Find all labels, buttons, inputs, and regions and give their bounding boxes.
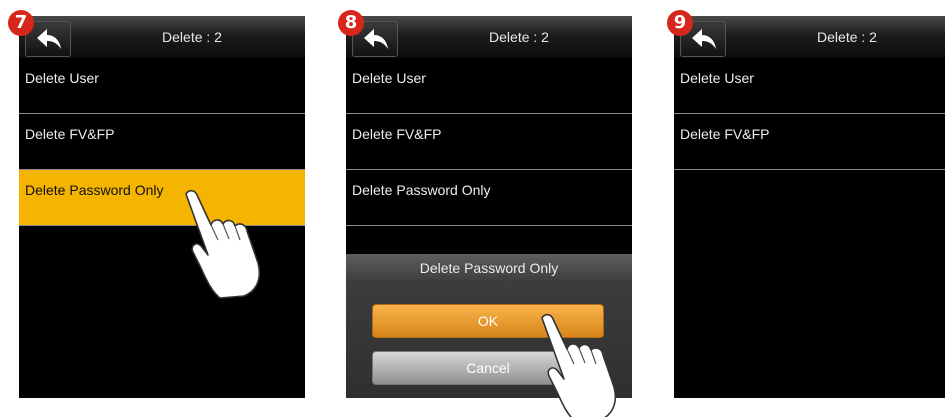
title-bar: Delete : 2 [19, 16, 305, 58]
screen-step-9: Delete : 2 Delete User Delete FV&FP [674, 16, 945, 398]
back-arrow-icon [692, 29, 716, 49]
title-bar: Delete : 2 [346, 16, 632, 58]
menu-item-delete-user[interactable]: Delete User [19, 58, 305, 114]
menu-item-label: Delete Password Only [352, 182, 491, 198]
menu-item-label: Delete User [352, 70, 426, 86]
step-8-badge: 8 [338, 10, 364, 36]
pointing-hand-icon [541, 313, 617, 417]
step-9-badge: 9 [667, 10, 693, 36]
menu-item-delete-user[interactable]: Delete User [674, 58, 945, 114]
page-title: Delete : 2 [162, 29, 222, 45]
menu-item-label: Delete FV&FP [680, 126, 770, 142]
menu-item-label: Delete FV&FP [25, 126, 115, 142]
menu-item-delete-password-only[interactable]: Delete Password Only [346, 170, 632, 226]
step-7-badge: 7 [8, 10, 34, 36]
menu-item-delete-fv-fp[interactable]: Delete FV&FP [19, 114, 305, 170]
page-title: Delete : 2 [489, 29, 549, 45]
back-arrow-icon [37, 29, 61, 49]
menu-item-delete-fv-fp[interactable]: Delete FV&FP [346, 114, 632, 170]
menu-item-delete-user[interactable]: Delete User [346, 58, 632, 114]
menu-item-delete-fv-fp[interactable]: Delete FV&FP [674, 114, 945, 170]
back-arrow-icon [364, 29, 388, 49]
menu-item-label: Delete Password Only [25, 182, 164, 198]
menu-item-label: Delete User [680, 70, 754, 86]
title-bar: Delete : 2 [674, 16, 945, 58]
menu-item-label: Delete FV&FP [352, 126, 442, 142]
page-title: Delete : 2 [817, 29, 877, 45]
dialog-title: Delete Password Only [419, 260, 559, 276]
pointing-hand-icon [185, 189, 261, 299]
menu-item-label: Delete User [25, 70, 99, 86]
